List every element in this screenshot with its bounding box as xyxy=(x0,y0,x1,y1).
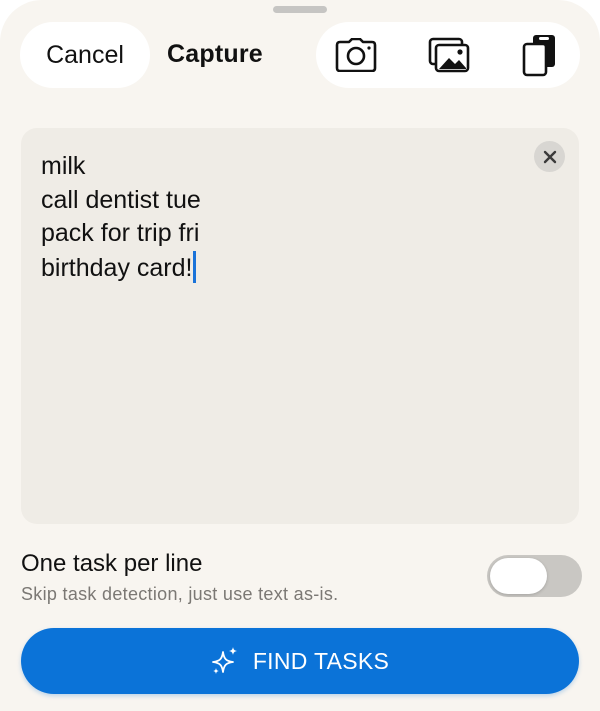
one-task-per-line-description: Skip task detection, just use text as-is… xyxy=(21,584,339,604)
cancel-button-label: Cancel xyxy=(46,40,124,69)
clear-text-button[interactable] xyxy=(534,141,565,172)
one-task-per-line-label: One task per line xyxy=(21,550,203,577)
one-task-per-line-toggle[interactable] xyxy=(487,555,582,597)
camera-icon xyxy=(335,38,377,72)
capture-text-editor[interactable]: milk call dentist tue pack for trip fri … xyxy=(21,128,579,524)
close-icon xyxy=(543,150,556,163)
find-tasks-button[interactable]: FIND TASKS xyxy=(21,628,579,694)
sparkles-icon-wrap xyxy=(211,646,239,676)
clipboard-paste-icon xyxy=(522,35,555,77)
photo-library-button[interactable] xyxy=(427,35,471,75)
cancel-button[interactable]: Cancel xyxy=(20,22,150,88)
sheet-grabber[interactable] xyxy=(273,6,327,13)
capture-source-toolbar xyxy=(316,22,580,88)
photo-library-icon xyxy=(428,37,470,73)
camera-button[interactable] xyxy=(334,35,378,75)
find-tasks-label: FIND TASKS xyxy=(252,647,390,674)
paste-button[interactable] xyxy=(518,35,562,77)
capture-sheet: Cancel Capture milk call dentist tue pac… xyxy=(0,0,600,711)
editor-text-content: milk call dentist tue pack for trip fri … xyxy=(41,152,201,282)
text-caret xyxy=(193,250,196,283)
sparkles-icon xyxy=(211,647,237,674)
toggle-knob xyxy=(490,558,547,594)
page-title: Capture xyxy=(167,40,263,68)
